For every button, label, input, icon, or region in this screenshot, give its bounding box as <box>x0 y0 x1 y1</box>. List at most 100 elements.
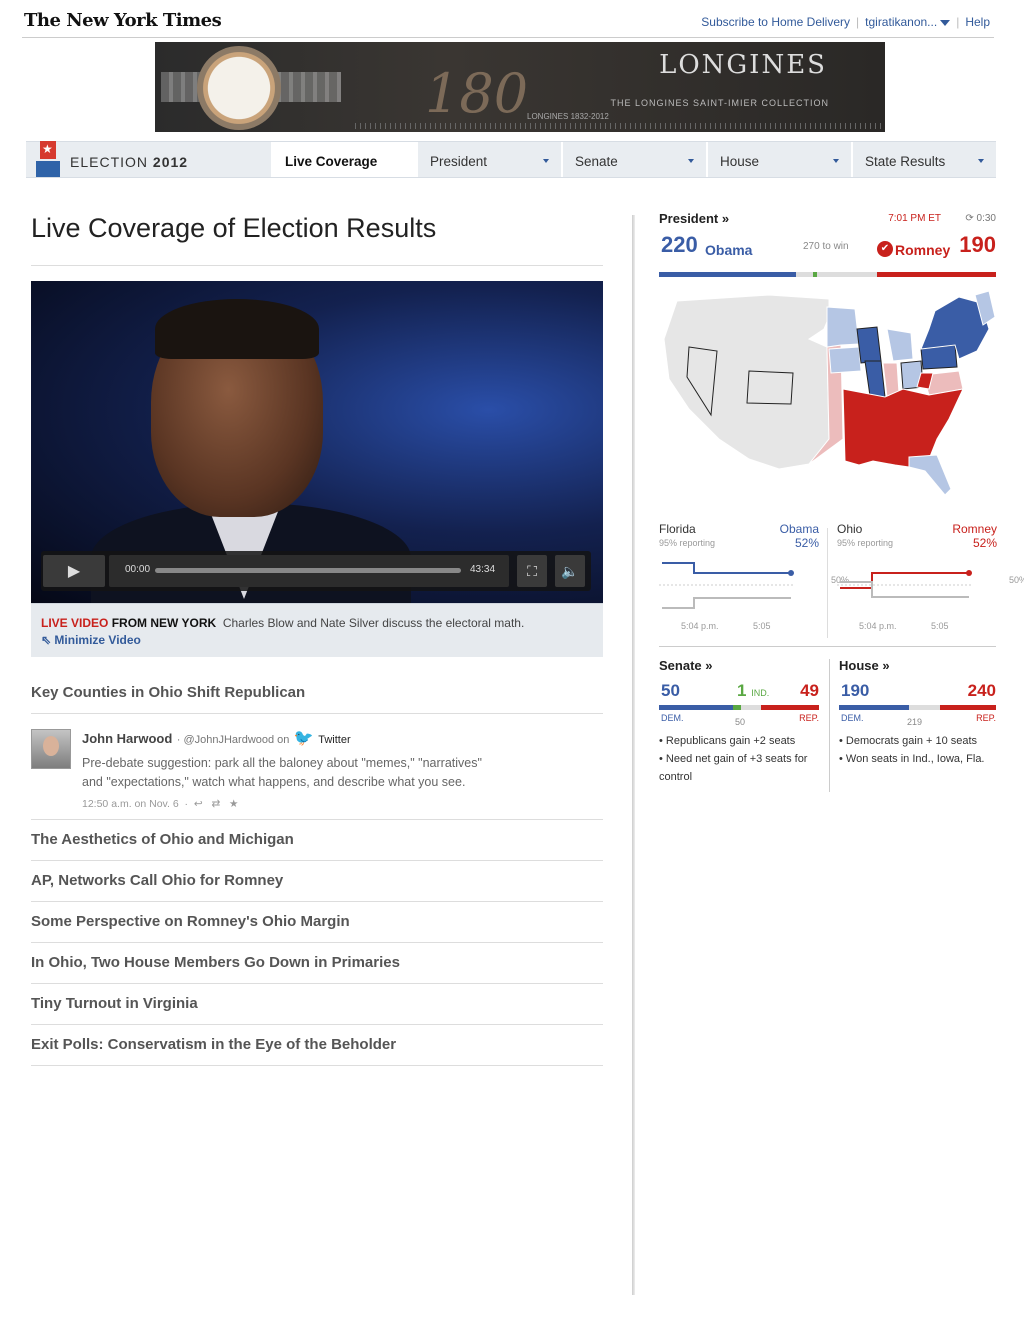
chevron-down-icon <box>688 159 694 163</box>
electoral-tally: 220 Obama 270 to win ✔ Romney 190 <box>659 232 996 274</box>
ad-years: LONGINES 1832-2012 <box>527 112 609 121</box>
from-label: FROM NEW YORK <box>111 616 217 630</box>
headline-list: The Aesthetics of Ohio and Michigan AP, N… <box>31 820 603 1066</box>
caret-down-icon <box>940 19 951 26</box>
seek-bar[interactable] <box>155 568 461 573</box>
trend-chart <box>659 562 794 609</box>
avatar[interactable] <box>31 729 71 769</box>
list-item: • Won seats in Ind., Iowa, Fla. <box>839 753 985 765</box>
dem-label: DEM. <box>841 713 864 723</box>
play-button[interactable]: ▶ <box>43 555 105 587</box>
headline-link[interactable]: The Aesthetics of Ohio and Michigan <box>31 820 603 861</box>
video-player[interactable]: ▶ 00:00 43:34 ⛶ 🔈 <box>31 281 603 603</box>
user-menu[interactable]: tgiratikanon... <box>865 15 951 29</box>
list-item: • Democrats gain + 10 seats <box>839 735 978 747</box>
list-item: • Need net gain of +3 seats for control <box>659 753 808 783</box>
map-michigan <box>886 328 914 362</box>
senate-panel: Senate » 50 1 IND. 49 DEM. 50 REP. • Rep… <box>659 657 819 786</box>
congress-results: Senate » 50 1 IND. 49 DEM. 50 REP. • Rep… <box>659 657 996 797</box>
leader-line <box>840 572 969 589</box>
leader-dot <box>788 570 794 576</box>
longines-ad-banner[interactable]: 180 LONGINES 1832-2012 LONGINES THE LONG… <box>155 42 885 132</box>
romney-bar <box>877 272 996 277</box>
leader: Romney 52% <box>952 522 997 550</box>
ad-brand: LONGINES <box>659 50 827 80</box>
tab-label: Senate <box>575 154 618 169</box>
nyt-logo[interactable]: The New York Times <box>24 10 222 31</box>
live-label: LIVE VIDEO <box>41 616 109 630</box>
headline-link[interactable]: Exit Polls: Conservatism in the Eye of t… <box>31 1025 603 1066</box>
subscribe-link[interactable]: Subscribe to Home Delivery <box>701 15 850 29</box>
time-total: 43:34 <box>470 564 496 575</box>
caption-text: Charles Blow and Nate Silver discuss the… <box>222 616 525 630</box>
tab-house[interactable]: House <box>706 142 851 177</box>
election-brand[interactable]: ★ ELECTION 2012 <box>34 141 188 177</box>
house-panel: House » 190 240 DEM. 219 REP. • Democrat… <box>839 657 996 768</box>
headline-link[interactable]: In Ohio, Two House Members Go Down in Pr… <box>31 943 603 984</box>
president-header: President » 7:01 PM ET ⟳ 0:30 <box>659 210 996 234</box>
map-florida <box>908 454 952 496</box>
tick-label: 5:04 p.m. <box>859 621 897 631</box>
tweet-handle[interactable]: @JohnJHardwood on <box>183 734 289 746</box>
headline-link[interactable]: AP, Networks Call Ohio for Romney <box>31 861 603 902</box>
race-ohio[interactable]: Ohio95% reportingRomney52%50%5:04 p.m.5:… <box>837 522 1024 640</box>
refresh-timer[interactable]: ⟳ 0:30 <box>965 213 996 224</box>
list-item: • Republicans gain +2 seats <box>659 735 796 747</box>
trailer-line <box>840 581 969 598</box>
map-south <box>842 388 964 468</box>
video-controls: ▶ 00:00 43:34 ⛶ 🔈 <box>41 551 591 591</box>
watch-image <box>197 46 281 130</box>
checkmark-icon: ✔ <box>877 241 893 257</box>
favorite-icon[interactable]: ★ <box>229 798 238 810</box>
masthead: The New York Times Subscribe to Home Del… <box>22 8 994 38</box>
divider <box>829 659 830 792</box>
results-column: President » 7:01 PM ET ⟳ 0:30 220 Obama … <box>659 210 1024 797</box>
race-florida[interactable]: Florida 95% reporting Obama 52% 50% 5:04 p.m.… <box>659 522 849 640</box>
tab-live-coverage[interactable]: Live Coverage <box>271 142 416 177</box>
fullscreen-icon[interactable]: ⛶ <box>517 555 547 587</box>
separator: | <box>956 15 960 29</box>
tweet-time[interactable]: 12:50 a.m. on Nov. 6 <box>82 798 179 810</box>
chevron-down-icon <box>833 159 839 163</box>
divider <box>827 528 828 638</box>
tab-president[interactable]: President <box>416 142 561 177</box>
tick-label: 5:05 <box>931 621 949 631</box>
ballot-box-icon: ★ <box>34 141 62 177</box>
romney-label: Romney <box>895 242 951 258</box>
refresh-icon: ⟳ <box>965 213 974 224</box>
map-iowa <box>828 346 862 374</box>
obama-electoral-votes: 220 <box>661 232 698 257</box>
tab-label: President <box>430 154 488 169</box>
president-link[interactable]: President » <box>659 211 729 226</box>
ad-anniversary: 180 <box>425 62 529 125</box>
senate-rep-count: 49 <box>800 681 819 700</box>
senate-dem-count: 50 <box>661 681 680 700</box>
tweet-author[interactable]: John Harwood <box>82 731 172 746</box>
tab-state-results[interactable]: State Results <box>851 142 996 177</box>
headline-link[interactable]: Some Perspective on Romney's Ohio Margin <box>31 902 603 943</box>
tab-label: House <box>720 154 760 169</box>
senate-link[interactable]: Senate » <box>659 658 712 673</box>
headline-link[interactable]: Tiny Turnout in Virginia <box>31 984 603 1025</box>
to-win-label: 270 to win <box>803 241 849 252</box>
reply-icon[interactable]: ↩ <box>194 798 203 810</box>
house-rep-count: 240 <box>967 681 996 700</box>
nav-tabs: Live Coverage President Senate House State R… <box>271 142 996 177</box>
headline-link[interactable]: Key Counties in Ohio Shift Republican <box>31 673 603 714</box>
house-link[interactable]: House » <box>839 658 890 673</box>
minimize-video-link[interactable]: ⇖ Minimize Video <box>41 633 593 647</box>
obama-bar <box>659 272 797 277</box>
map-colorado <box>746 370 794 405</box>
tab-senate[interactable]: Senate <box>561 142 706 177</box>
senate-ind-count: 1 IND. <box>737 681 770 700</box>
help-link[interactable]: Help <box>965 15 990 29</box>
separator: | <box>856 15 860 29</box>
tweet-meta: 12:50 a.m. on Nov. 6 · ↩ ⇄ ★ <box>82 798 239 810</box>
electoral-map[interactable] <box>659 289 996 509</box>
house-notes: • Democrats gain + 10 seats • Won seats … <box>839 732 996 768</box>
house-dem-count: 190 <box>841 681 870 700</box>
retweet-icon[interactable]: ⇄ <box>211 798 220 810</box>
volume-icon[interactable]: 🔈 <box>555 555 585 587</box>
election-nav: ★ ELECTION 2012 Live Coverage President Se… <box>26 141 996 178</box>
column-divider <box>632 215 635 1295</box>
